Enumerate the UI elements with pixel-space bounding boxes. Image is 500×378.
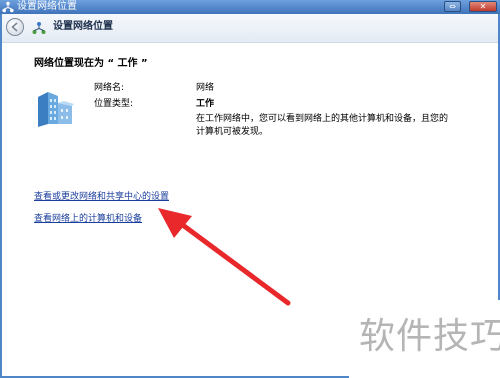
view-network-devices-link[interactable]: 查看网络上的计算机和设备 bbox=[34, 213, 142, 225]
red-arrow-annotation bbox=[158, 208, 291, 306]
navigation-bar: 设置网络位置 bbox=[2, 14, 498, 43]
back-button[interactable] bbox=[6, 18, 24, 36]
network-name-value: 网络 bbox=[196, 83, 215, 93]
restore-button[interactable]: ⇔ bbox=[444, 1, 461, 12]
title-bar: 设置网络位置 ⇔ ✕ bbox=[0, 0, 500, 14]
network-name-label: 网络名: bbox=[94, 83, 125, 93]
watermark: 软件技巧 bbox=[349, 300, 500, 378]
network-icon bbox=[2, 1, 14, 13]
change-sharing-settings-link[interactable]: 查看或更改网络和共享中心的设置 bbox=[34, 191, 169, 203]
location-heading: 网络位置现在为 “ 工作 ” bbox=[34, 58, 148, 69]
back-arrow-icon bbox=[11, 22, 18, 32]
location-type-label: 位置类型: bbox=[94, 99, 134, 109]
network-icon bbox=[32, 22, 46, 34]
work-network-icon bbox=[38, 92, 74, 127]
nav-title: 设置网络位置 bbox=[53, 21, 113, 32]
watermark-text: 软件技巧 bbox=[359, 316, 500, 357]
location-description: 在工作网络中，您可以看到网络上的其他计算机和设备，且您的计算机可被发现。 bbox=[196, 114, 449, 137]
close-button[interactable]: ✕ bbox=[469, 1, 497, 12]
location-type-value: 工作 bbox=[196, 99, 215, 109]
window-title: 设置网络位置 bbox=[17, 1, 77, 12]
